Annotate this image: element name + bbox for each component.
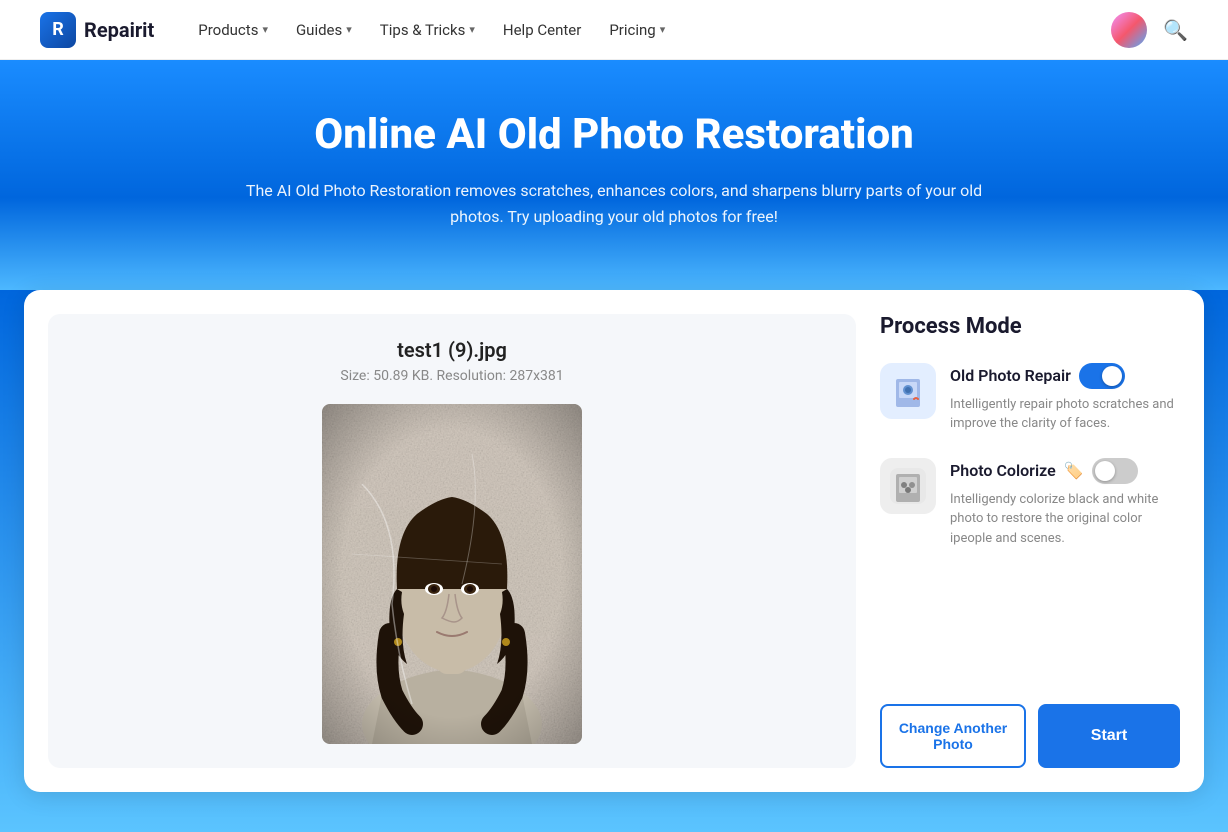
nav-right: 🔍	[1111, 12, 1188, 48]
old-photo-repair-icon	[880, 363, 936, 419]
mode-item-old-photo-repair: Old Photo Repair Intelligently repair ph…	[880, 363, 1180, 434]
process-mode-title: Process Mode	[880, 314, 1180, 339]
mode-content-photo-colorize: Photo Colorize 🏷️ Intelligendy colorize …	[950, 458, 1180, 549]
chevron-down-icon: ▾	[346, 23, 352, 36]
mode-header-photo-colorize: Photo Colorize 🏷️	[950, 458, 1180, 484]
main-card-wrapper: test1 (9).jpg Size: 50.89 KB. Resolution…	[0, 290, 1228, 832]
nav-item-guides[interactable]: Guides ▾	[284, 13, 364, 47]
nav-item-help-center[interactable]: Help Center	[491, 13, 593, 47]
hero-subtitle: The AI Old Photo Restoration removes scr…	[224, 178, 1004, 229]
nav-item-tips-tricks[interactable]: Tips & Tricks ▾	[368, 13, 487, 47]
main-card: test1 (9).jpg Size: 50.89 KB. Resolution…	[24, 290, 1204, 792]
file-meta: Size: 50.89 KB. Resolution: 287x381	[340, 368, 563, 384]
navbar: R Repairit Products ▾ Guides ▾ Tips & Tr…	[0, 0, 1228, 60]
brand-name: Repairit	[84, 18, 154, 42]
hero-section: Online AI Old Photo Restoration The AI O…	[0, 60, 1228, 290]
old-photo-repair-toggle[interactable]	[1079, 363, 1125, 389]
right-panel: Process Mode	[880, 314, 1180, 768]
left-panel: test1 (9).jpg Size: 50.89 KB. Resolution…	[48, 314, 856, 768]
file-name: test1 (9).jpg	[397, 338, 507, 362]
brand-logo-icon: R	[40, 12, 76, 48]
mode-content-old-photo-repair: Old Photo Repair Intelligently repair ph…	[950, 363, 1180, 434]
photo-colorize-toggle[interactable]	[1092, 458, 1138, 484]
mode-label-old-photo-repair: Old Photo Repair	[950, 366, 1071, 385]
mode-desc-photo-colorize: Intelligendy colorize black and white ph…	[950, 490, 1180, 549]
chevron-down-icon: ▾	[660, 23, 666, 36]
nav-items: Products ▾ Guides ▾ Tips & Tricks ▾ Help…	[186, 13, 1111, 47]
photo-colorize-icon	[880, 458, 936, 514]
mode-label-photo-colorize: Photo Colorize	[950, 461, 1056, 480]
nav-item-pricing[interactable]: Pricing ▾	[597, 13, 677, 47]
hero-title: Online AI Old Photo Restoration	[20, 110, 1208, 160]
brand-logo-link[interactable]: R Repairit	[40, 12, 154, 48]
photo-container	[322, 404, 582, 744]
search-icon[interactable]: 🔍	[1163, 18, 1188, 42]
action-buttons: Change Another Photo Start	[880, 680, 1180, 768]
start-button[interactable]: Start	[1038, 704, 1180, 768]
mode-desc-old-photo-repair: Intelligently repair photo scratches and…	[950, 395, 1180, 434]
chevron-down-icon: ▾	[262, 23, 268, 36]
chevron-down-icon: ▾	[469, 23, 475, 36]
avatar[interactable]	[1111, 12, 1147, 48]
premium-badge-icon: 🏷️	[1064, 461, 1084, 480]
mode-item-photo-colorize: Photo Colorize 🏷️ Intelligendy colorize …	[880, 458, 1180, 549]
nav-item-products[interactable]: Products ▾	[186, 13, 280, 47]
mode-header-old-photo-repair: Old Photo Repair	[950, 363, 1180, 389]
change-photo-button[interactable]: Change Another Photo	[880, 704, 1026, 768]
card-inner: test1 (9).jpg Size: 50.89 KB. Resolution…	[48, 314, 1180, 768]
photo-preview	[322, 404, 582, 744]
